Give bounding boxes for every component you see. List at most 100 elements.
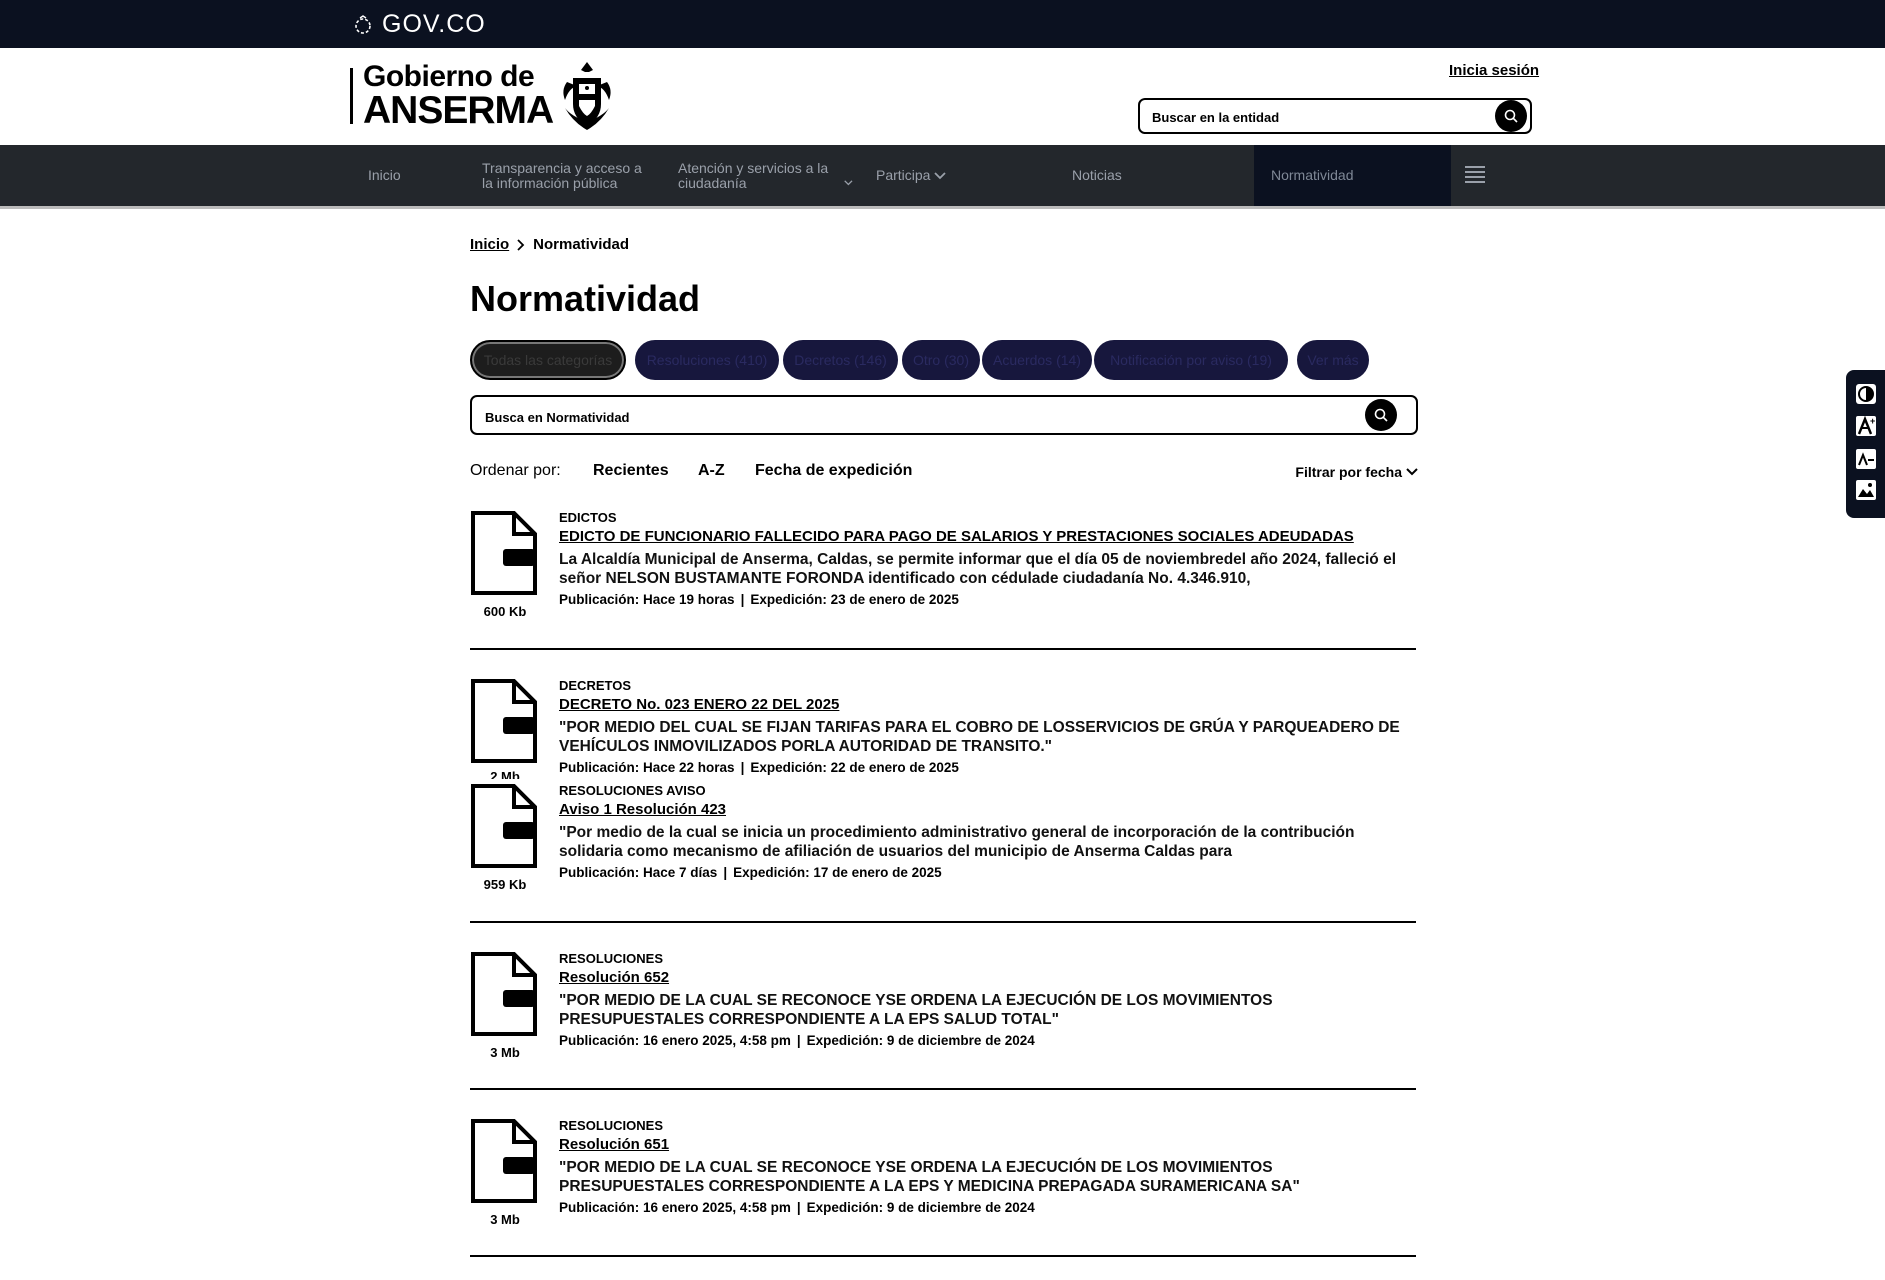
document-description: La Alcaldía Municipal de Anserma, Caldas…: [559, 551, 1397, 587]
gov-co-icon: [355, 14, 371, 34]
filter-by-date[interactable]: Filtrar por fecha: [1295, 464, 1418, 480]
entity-search-input[interactable]: [1150, 106, 1474, 128]
increase-font-button[interactable]: +: [1854, 414, 1878, 438]
document-item: 2 Mb DECRETOS DECRETO No. 023 ENERO 22 D…: [470, 678, 1416, 784]
contrast-icon: [1856, 384, 1876, 404]
document-search-input[interactable]: [483, 406, 1337, 428]
site-header: Gobierno de ANSERMA Inicia sesión: [0, 48, 1885, 145]
sort-recientes[interactable]: Recientes: [593, 462, 669, 480]
meta-separator: |: [740, 592, 745, 607]
document-title-link[interactable]: DECRETO No. 023 ENERO 22 DEL 2025: [559, 696, 1417, 714]
document-search-button[interactable]: [1365, 399, 1397, 431]
chip-acuerdos[interactable]: Acuerdos (14): [982, 340, 1092, 380]
breadcrumb-home[interactable]: Inicio: [470, 236, 509, 253]
issue-date: Expedición: 23 de enero de 2025: [750, 592, 959, 607]
decrease-font-icon: [1856, 449, 1876, 469]
divider: [470, 648, 1416, 650]
sort-az[interactable]: A-Z: [698, 462, 725, 480]
document-item: 3 Mb RESOLUCIONES Resolución 651 "POR ME…: [470, 1118, 1416, 1228]
file-size: 600 Kb: [483, 604, 527, 619]
gov-bar: GOV.CO: [0, 0, 1885, 48]
image-toggle-button[interactable]: [1854, 478, 1878, 502]
document-item: 3 Mb RESOLUCIONES Resolución 652 "POR ME…: [470, 951, 1416, 1061]
nav-label: Normatividad: [1271, 167, 1354, 183]
chip-label: Notificación por aviso (19): [1110, 352, 1272, 368]
search-icon: [1374, 408, 1388, 422]
chip-otro[interactable]: Otro (30): [902, 340, 980, 380]
contrast-button[interactable]: [1854, 382, 1878, 406]
document-category: EDICTOS: [559, 510, 617, 525]
sort-bar: Ordenar por: Recientes A-Z Fecha de expe…: [470, 462, 1418, 486]
decrease-font-button[interactable]: [1854, 447, 1878, 471]
brand-line1: Gobierno de: [363, 60, 535, 93]
document-description: "POR MEDIO DEL CUAL SE FIJAN TARIFAS PAR…: [559, 719, 1400, 755]
main-nav: Inicio Transparencia y acceso a la infor…: [0, 145, 1885, 209]
svg-text:+: +: [1870, 416, 1875, 426]
chip-decretos[interactable]: Decretos (146): [783, 340, 898, 380]
nav-label: Inicio: [368, 167, 401, 183]
document-title-link[interactable]: EDICTO DE FUNCIONARIO FALLECIDO PARA PAG…: [559, 528, 1417, 546]
logo-bar: [350, 68, 353, 124]
pdf-file-icon[interactable]: [470, 510, 538, 596]
nav-label: Noticias: [1072, 167, 1122, 183]
issue-date: Expedición: 9 de diciembre de 2024: [806, 1200, 1035, 1215]
issue-date: Expedición: 22 de enero de 2025: [750, 760, 959, 775]
document-description: "POR MEDIO DE LA CUAL SE RECONOCE YSE OR…: [559, 1159, 1300, 1195]
pdf-file-icon[interactable]: [470, 678, 538, 764]
pdf-file-icon[interactable]: [470, 951, 538, 1037]
chip-label: Acuerdos (14): [993, 352, 1081, 368]
image-icon: [1856, 480, 1876, 500]
sort-fecha-expedicion[interactable]: Fecha de expedición: [755, 462, 912, 480]
chevron-down-icon: [934, 171, 947, 179]
chevron-right-icon: [517, 238, 525, 251]
gov-co-link[interactable]: GOV.CO: [354, 10, 486, 39]
accessibility-toolbar: +: [1846, 370, 1885, 518]
nav-item-inicio[interactable]: Inicio: [368, 145, 458, 206]
breadcrumb: Inicio Normatividad: [470, 236, 629, 253]
menu-icon[interactable]: [1464, 163, 1486, 185]
nav-item-transparencia[interactable]: Transparencia y acceso a la información …: [482, 145, 652, 206]
file-size: 959 Kb: [483, 877, 527, 892]
increase-font-icon: +: [1856, 415, 1876, 436]
coat-of-arms-icon: [563, 62, 611, 130]
login-link[interactable]: Inicia sesión: [1449, 62, 1539, 79]
nav-label: Transparencia y acceso a la información …: [482, 159, 642, 191]
document-meta: Publicación: 16 enero 2025, 4:58 pm | Expe…: [559, 1199, 1417, 1217]
document-search: [470, 395, 1418, 435]
site-logo[interactable]: Gobierno de ANSERMA: [350, 60, 615, 132]
document-description: "Por medio de la cual se inicia un proce…: [559, 824, 1355, 860]
document-category: DECRETOS: [559, 678, 631, 693]
chip-resoluciones[interactable]: Resoluciones (410): [635, 340, 779, 380]
nav-item-participa[interactable]: Participa: [876, 145, 986, 206]
chevron-down-icon: [1406, 468, 1418, 476]
nav-item-noticias[interactable]: Noticias: [1072, 145, 1172, 206]
document-title-link[interactable]: Resolución 651: [559, 1136, 1417, 1154]
nav-label: Atención y servicios a la ciudadanía: [678, 159, 829, 191]
chip-all[interactable]: Todas las categorías: [470, 340, 626, 380]
chip-notificacion[interactable]: Notificación por aviso (19): [1094, 340, 1288, 380]
document-meta: Publicación: 16 enero 2025, 4:58 pm | Expe…: [559, 1032, 1417, 1050]
document-meta: Publicación: Hace 19 horas | Expedición: 2…: [559, 591, 1417, 609]
filter-label: Filtrar por fecha: [1295, 464, 1402, 480]
divider: [470, 1088, 1416, 1090]
document-title-link[interactable]: Resolución 652: [559, 969, 1417, 987]
nav-item-atencion[interactable]: Atención y servicios a la ciudadanía: [678, 145, 853, 206]
document-item: 959 Kb RESOLUCIONES AVISO Aviso 1 Resolu…: [470, 783, 1416, 893]
brand-line2: ANSERMA: [363, 89, 554, 132]
entity-search-button[interactable]: [1495, 100, 1527, 132]
issue-date: Expedición: 17 de enero de 2025: [733, 865, 942, 880]
breadcrumb-current: Normatividad: [533, 236, 630, 253]
chip-label: Otro (30): [912, 352, 969, 368]
pdf-file-icon[interactable]: [470, 783, 538, 869]
page-title: Normatividad: [470, 278, 701, 319]
nav-item-normatividad[interactable]: Normatividad: [1254, 145, 1451, 206]
chip-ver-mas[interactable]: Ver más: [1297, 340, 1369, 380]
publication-date: Publicación: Hace 22 horas: [559, 760, 735, 775]
pdf-file-icon[interactable]: [470, 1118, 538, 1204]
nav-label: Participa: [876, 167, 931, 183]
file-size: 3 Mb: [490, 1045, 520, 1060]
document-category: RESOLUCIONES: [559, 951, 664, 966]
document-title-link[interactable]: Aviso 1 Resolución 423: [559, 801, 1417, 819]
document-item: 600 Kb EDICTOS EDICTO DE FUNCIONARIO FAL…: [470, 510, 1416, 620]
publication-date: Publicación: 16 enero 2025, 4:58 pm: [559, 1033, 791, 1048]
